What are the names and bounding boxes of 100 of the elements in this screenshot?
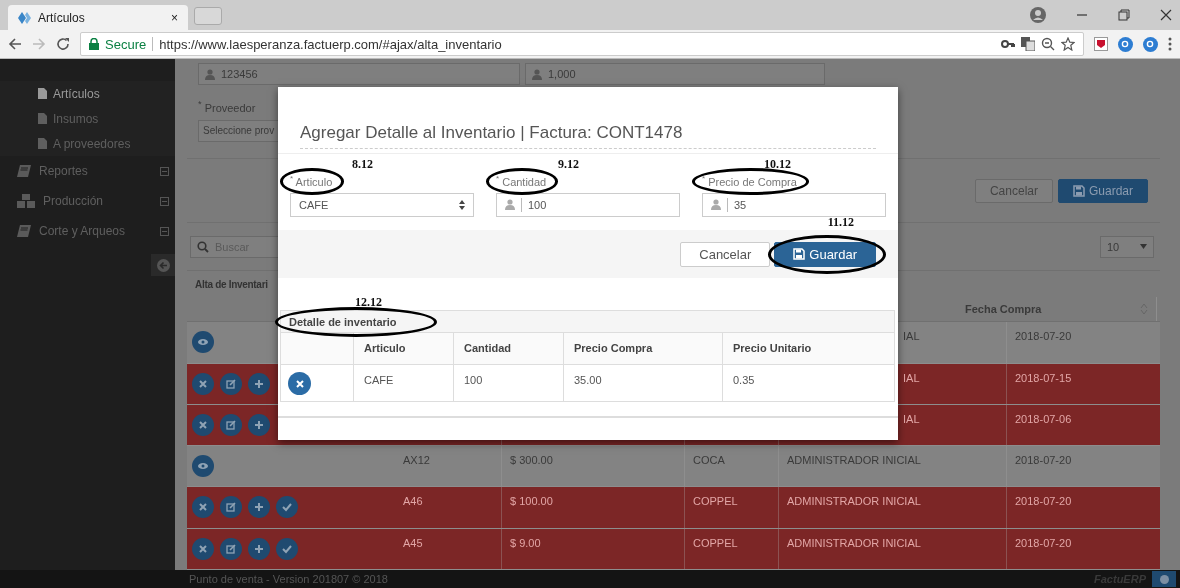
reload-icon[interactable] bbox=[56, 37, 70, 51]
check-button[interactable] bbox=[276, 537, 298, 560]
table-cell: COPPEL bbox=[693, 536, 738, 549]
quantity-field[interactable]: 1,000 bbox=[525, 63, 825, 85]
sidebar-item[interactable]: Producción bbox=[0, 186, 175, 216]
security-label: Secure bbox=[105, 36, 147, 52]
edit-icon bbox=[225, 501, 237, 514]
help-button[interactable] bbox=[1152, 571, 1176, 587]
edit-icon bbox=[225, 377, 237, 390]
translate-icon[interactable] bbox=[1021, 37, 1035, 51]
column-header: Precio Unitario bbox=[733, 342, 812, 354]
save-button[interactable]: Guardar bbox=[1057, 178, 1148, 203]
book-icon bbox=[17, 225, 31, 237]
footer-text: Punto de venta - Version 201807 © 2018 bbox=[189, 573, 388, 585]
article-select[interactable]: CAFE bbox=[290, 192, 474, 217]
list-title: Alta de Inventari bbox=[195, 278, 268, 290]
column-header[interactable]: Fecha Compra bbox=[957, 296, 1157, 322]
cross-icon bbox=[197, 418, 209, 431]
table-cell: IAL bbox=[903, 330, 920, 343]
cross-button[interactable] bbox=[192, 537, 214, 560]
sidebar-item[interactable]: Artículos bbox=[0, 81, 175, 106]
user-icon bbox=[205, 68, 215, 80]
search-icon bbox=[197, 240, 209, 253]
shield-extension-icon[interactable] bbox=[1094, 37, 1108, 51]
plus-button[interactable] bbox=[248, 496, 270, 519]
close-icon[interactable] bbox=[1160, 9, 1172, 21]
remove-button[interactable] bbox=[288, 372, 311, 395]
zoom-out-icon[interactable] bbox=[1041, 37, 1055, 51]
plus-icon bbox=[253, 418, 265, 431]
table-cell: ADMINISTRADOR INICIAL bbox=[787, 495, 921, 508]
floppy-icon bbox=[793, 248, 806, 260]
sidebar-item[interactable]: Reportes bbox=[0, 156, 175, 186]
search-extension-icon[interactable] bbox=[1143, 36, 1158, 52]
book-icon bbox=[17, 165, 31, 177]
eye-button[interactable] bbox=[192, 455, 214, 478]
cross-icon bbox=[295, 379, 304, 388]
collapse-box-icon[interactable] bbox=[160, 226, 169, 236]
boxes-icon bbox=[17, 194, 35, 208]
plus-button[interactable] bbox=[248, 537, 270, 560]
sidebar-item[interactable]: Insumos bbox=[0, 106, 175, 131]
dropdown-caret-icon bbox=[1140, 244, 1147, 250]
annotation-ellipse bbox=[280, 168, 345, 195]
address-bar[interactable]: Secure https://www.laesperanza.factuerp.com/#ajax/alta_inventario bbox=[80, 32, 1084, 56]
cancel-button[interactable]: Cancelar bbox=[680, 241, 771, 267]
eye-button[interactable] bbox=[192, 331, 214, 354]
edit-button[interactable] bbox=[220, 496, 242, 519]
field-label: $^{*}$ Cantidad bbox=[496, 175, 547, 188]
collapse-box-icon[interactable] bbox=[160, 166, 169, 176]
table-cell: $ 9.00 bbox=[510, 536, 541, 549]
table-cell: 2018-07-20 bbox=[1015, 454, 1072, 467]
annotation-number: 10.12 bbox=[763, 157, 792, 173]
edit-icon bbox=[225, 418, 237, 431]
field-label: $^{*}$ Precio de Compra bbox=[702, 175, 797, 188]
table-cell: COCA bbox=[693, 454, 725, 467]
search-extension-icon[interactable] bbox=[1118, 36, 1133, 52]
edit-icon bbox=[225, 542, 237, 555]
page-size-select[interactable]: 10 bbox=[1100, 235, 1154, 258]
cross-button[interactable] bbox=[192, 372, 214, 395]
plus-button[interactable] bbox=[248, 372, 270, 395]
edit-button[interactable] bbox=[220, 413, 242, 436]
plus-icon bbox=[253, 542, 265, 555]
table-cell: 2018-07-20 bbox=[1015, 536, 1072, 549]
annotation-number: 12.12 bbox=[355, 295, 382, 310]
left-arrow-icon bbox=[156, 258, 170, 272]
tab-close[interactable]: × bbox=[171, 10, 178, 25]
input-field[interactable]: 100 bbox=[496, 192, 680, 217]
browser-tab[interactable]: Artículos × bbox=[8, 5, 188, 30]
star-icon[interactable] bbox=[1061, 37, 1075, 51]
diamond-logo-icon bbox=[18, 11, 32, 24]
check-button[interactable] bbox=[276, 496, 298, 519]
save-button[interactable]: Guardar bbox=[774, 241, 876, 267]
collapse-box-icon[interactable] bbox=[160, 196, 169, 206]
sidebar-item[interactable]: Corte y Arqueos bbox=[0, 216, 175, 246]
table-cell: 2018-07-20 bbox=[1015, 495, 1072, 508]
column-header: Articulo bbox=[364, 342, 406, 354]
cross-button[interactable] bbox=[192, 496, 214, 519]
cross-button[interactable] bbox=[192, 413, 214, 436]
profile-icon[interactable] bbox=[1030, 7, 1046, 23]
plus-icon bbox=[253, 501, 265, 514]
url-text: https://www.laesperanza.factuerp.com/#ajax/alta_inventario bbox=[159, 36, 503, 52]
table-cell: COPPEL bbox=[693, 495, 738, 508]
key-icon[interactable] bbox=[1001, 39, 1015, 49]
back-icon[interactable] bbox=[8, 37, 22, 51]
menu-icon[interactable] bbox=[1168, 37, 1172, 51]
cancel-button[interactable]: Cancelar bbox=[974, 178, 1053, 203]
sidebar-item[interactable]: A proveedores bbox=[0, 131, 175, 156]
code-field[interactable]: 123456 bbox=[198, 63, 520, 85]
input-field[interactable]: 35 bbox=[702, 192, 886, 217]
cross-icon bbox=[197, 377, 209, 390]
edit-button[interactable] bbox=[220, 372, 242, 395]
plus-button[interactable] bbox=[248, 413, 270, 436]
table-cell: CAFE bbox=[364, 374, 394, 386]
restore-icon[interactable] bbox=[1118, 9, 1130, 21]
table-cell: IAL bbox=[903, 371, 920, 384]
edit-button[interactable] bbox=[220, 537, 242, 560]
table-cell: $ 100.00 bbox=[510, 495, 553, 508]
annotation-number: 11.12 bbox=[827, 214, 854, 230]
user-icon bbox=[532, 68, 542, 80]
column-header: Precio Compra bbox=[574, 342, 653, 354]
table-cell: $ 300.00 bbox=[510, 454, 553, 467]
